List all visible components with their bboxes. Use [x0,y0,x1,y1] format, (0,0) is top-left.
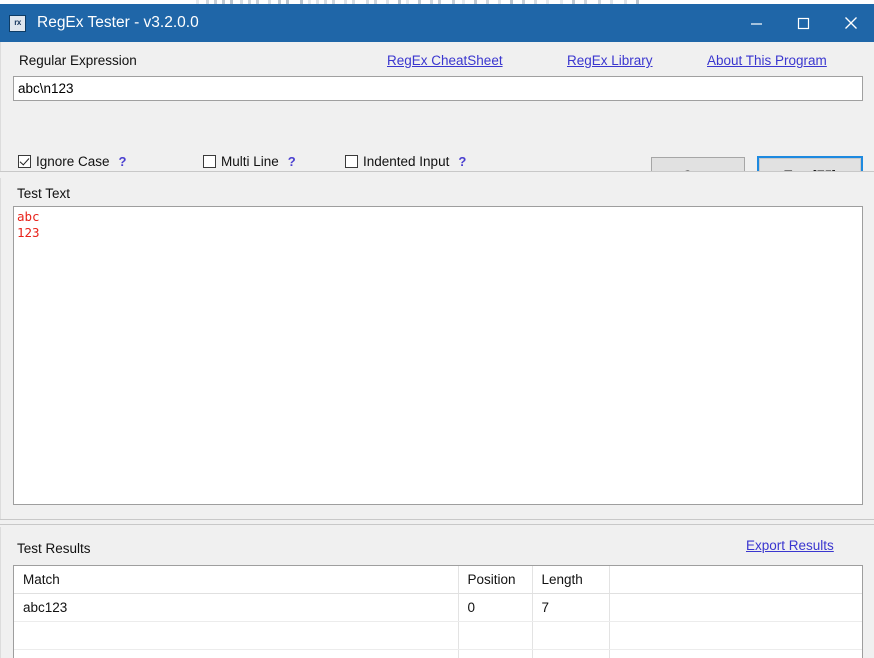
app-icon: rx [9,14,26,32]
cell-match [14,621,459,650]
help-icon-ignore-case[interactable]: ? [119,154,127,169]
cell-extra [609,593,862,622]
results-grid[interactable]: Match Position Length abc123 0 7 [13,565,863,658]
splitter-line [0,519,874,520]
help-icon-multi-line[interactable]: ? [288,154,296,169]
column-header-match[interactable]: Match [14,566,459,594]
export-results-link[interactable]: Export Results [746,538,834,553]
table-row[interactable] [14,649,862,658]
cell-length [532,621,610,650]
column-header-extra[interactable] [609,566,862,594]
checkbox-indented-input[interactable] [345,155,358,168]
cell-position [458,621,533,650]
title-bar: rx RegEx Tester - v3.2.0.0 [0,4,874,42]
splitter-bottom[interactable] [0,519,874,527]
test-text-area[interactable]: abc 123 [13,206,863,505]
test-results-label: Test Results [17,541,91,556]
option-ignore-case[interactable]: Ignore Case ? [18,154,127,169]
option-label: Indented Input [363,154,450,169]
regex-cheatsheet-link[interactable]: RegEx CheatSheet [387,53,503,68]
column-header-length[interactable]: Length [532,566,610,594]
cell-position [458,649,533,658]
cell-position: 0 [458,593,533,622]
table-header-row: Match Position Length [14,566,862,594]
splitter-line [0,171,874,172]
option-label: Multi Line [221,154,279,169]
cell-extra [609,649,862,658]
close-icon[interactable] [827,4,874,42]
cell-extra [609,621,862,650]
option-indented-input[interactable]: Indented Input ? [345,154,466,169]
maximize-icon[interactable] [780,4,827,42]
test-text-label: Test Text [17,186,71,201]
option-label: Ignore Case [36,154,110,169]
regex-input[interactable] [13,76,863,101]
cell-length [532,649,610,658]
minimize-icon[interactable] [733,4,780,42]
test-text-content: abc 123 [17,209,40,240]
checkbox-multi-line[interactable] [203,155,216,168]
test-results-panel: Test Results Export Results Match Positi… [0,527,874,658]
regular-expression-label: Regular Expression [19,53,137,68]
about-this-program-link[interactable]: About This Program [707,53,827,68]
test-text-panel: Test Text abc 123 [0,178,874,519]
table-row[interactable]: abc123 0 7 [14,593,862,622]
window-title: RegEx Tester - v3.2.0.0 [37,14,199,31]
cell-match: abc123 [14,593,459,622]
regex-tester-window: rx RegEx Tester - v3.2.0.0 Regular Expre… [0,0,874,658]
regex-library-link[interactable]: RegEx Library [567,53,653,68]
table-row[interactable] [14,621,862,650]
results-table: Match Position Length abc123 0 7 [14,566,862,658]
help-icon-indented-input[interactable]: ? [458,154,466,169]
checkbox-ignore-case[interactable] [18,155,31,168]
cell-length: 7 [532,593,610,622]
option-multi-line[interactable]: Multi Line ? [203,154,296,169]
results-table-body: abc123 0 7 [14,593,862,658]
cell-match [14,649,459,658]
window-controls [733,4,874,42]
regex-panel: Regular Expression RegEx CheatSheet RegE… [0,42,874,196]
splitter-top[interactable] [0,171,874,178]
splitter-line-secondary [0,524,874,525]
column-header-position[interactable]: Position [458,566,533,594]
